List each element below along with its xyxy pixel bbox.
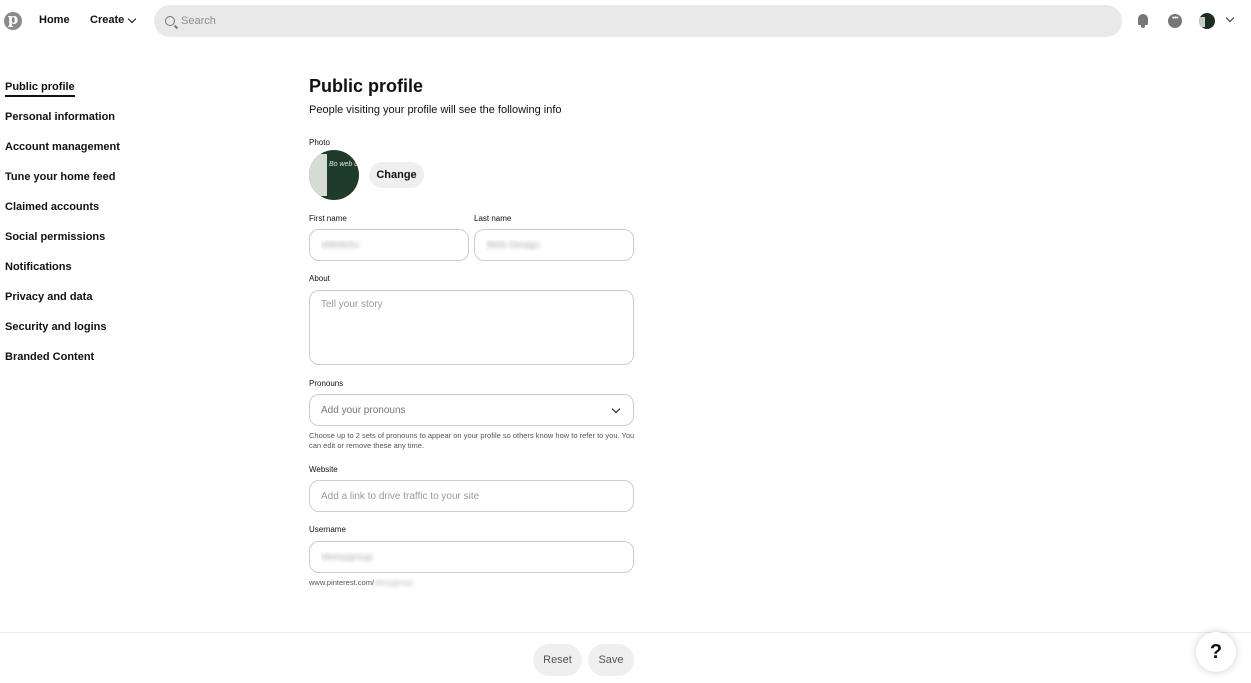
website-field[interactable] <box>309 480 634 512</box>
sidebar-item-branded-content[interactable]: Branded Content <box>5 350 205 380</box>
pronouns-label: Pronouns <box>309 379 344 388</box>
username-label: Username <box>309 525 346 534</box>
photo-image-strip <box>309 154 327 196</box>
profile-url-prefix: www.pinterest.com/ <box>309 578 375 587</box>
avatar[interactable] <box>1199 13 1215 29</box>
sidebar-item-account-management[interactable]: Account management <box>5 140 205 170</box>
pronouns-select[interactable]: Add your pronouns <box>309 394 634 426</box>
sidebar-item-tune-home-feed[interactable]: Tune your home feed <box>5 170 205 200</box>
nav-create-label: Create <box>90 14 125 26</box>
photo-text: Bo web de in Lago <box>329 161 359 168</box>
profile-photo: Bo web de in Lago <box>309 150 359 200</box>
sidebar-item-notifications[interactable]: Notifications <box>5 260 205 290</box>
last-name-field[interactable] <box>474 229 634 261</box>
nav-create[interactable]: Create <box>90 14 137 26</box>
profile-form: Public profile People visiting your prof… <box>309 76 639 587</box>
profile-url: www.pinterest.com/ekesygroup <box>309 578 413 587</box>
top-bar: Home Create <box>0 0 1251 42</box>
pronouns-help-text: Choose up to 2 sets of pronouns to appea… <box>309 431 635 450</box>
last-name-label: Last name <box>474 214 512 223</box>
about-label: About <box>309 274 330 283</box>
pronouns-placeholder: Add your pronouns <box>321 404 406 416</box>
nav-home[interactable]: Home <box>39 14 70 26</box>
reset-button[interactable]: Reset <box>533 644 582 676</box>
settings-sidebar: Public profile Personal information Acco… <box>5 80 205 380</box>
sidebar-item-public-profile[interactable]: Public profile <box>5 80 205 110</box>
username-field[interactable] <box>309 541 634 573</box>
page-subtitle: People visiting your profile will see th… <box>309 104 562 116</box>
profile-url-user: ekesygroup <box>374 578 413 587</box>
photo-label: Photo <box>309 138 330 147</box>
account-chevron-down-icon[interactable] <box>1225 13 1235 23</box>
save-button[interactable]: Save <box>588 644 634 676</box>
footer-bar: Reset Save <box>0 632 1251 683</box>
chevron-down-icon <box>611 404 621 414</box>
search-input[interactable] <box>181 15 1081 27</box>
page-title: Public profile <box>309 76 424 96</box>
search-bar[interactable] <box>154 5 1122 37</box>
sidebar-item-privacy-and-data[interactable]: Privacy and data <box>5 290 205 320</box>
change-photo-button[interactable]: Change <box>369 162 424 188</box>
website-label: Website <box>309 465 338 474</box>
sidebar-item-personal-information[interactable]: Personal information <box>5 110 205 140</box>
first-name-label: First name <box>309 214 347 223</box>
search-icon <box>165 16 175 26</box>
pinterest-logo-icon[interactable] <box>4 10 22 30</box>
chevron-down-icon <box>128 14 137 23</box>
help-button[interactable]: ? <box>1196 632 1236 672</box>
sidebar-item-security-and-logins[interactable]: Security and logins <box>5 320 205 350</box>
sidebar-item-claimed-accounts[interactable]: Claimed accounts <box>5 200 205 230</box>
sidebar-item-social-permissions[interactable]: Social permissions <box>5 230 205 260</box>
bell-icon[interactable] <box>1135 13 1151 29</box>
first-name-field[interactable] <box>309 229 469 261</box>
about-field[interactable] <box>309 290 634 365</box>
messages-icon[interactable] <box>1167 13 1183 29</box>
